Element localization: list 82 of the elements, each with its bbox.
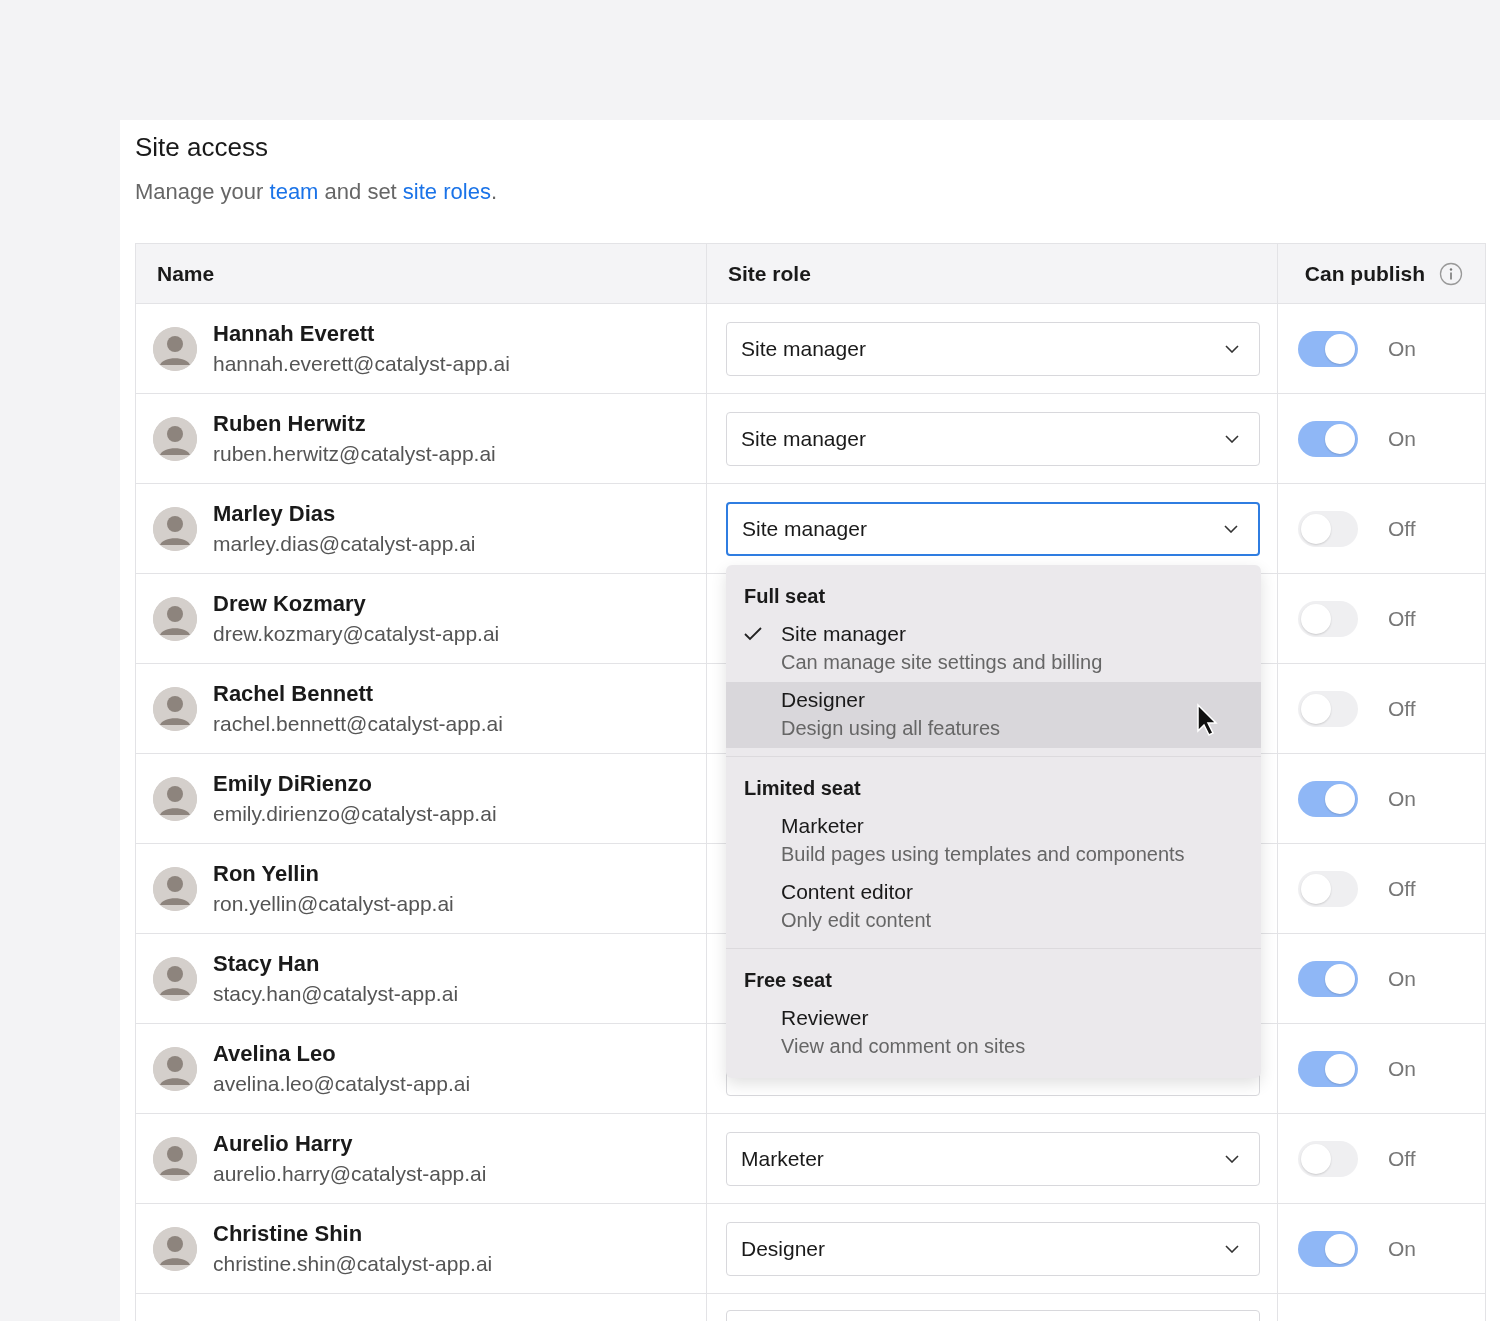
publish-toggle[interactable] (1298, 330, 1358, 367)
member-name: Ruben Herwitz (213, 409, 367, 438)
role-option[interactable]: Site manager Can manage site settings and billing (726, 616, 1261, 682)
member-email: marley.dias@catalyst-app.ai (213, 530, 476, 557)
toggle-status: On (1388, 1056, 1416, 1081)
member-email: ron.yellin@catalyst-app.ai (213, 890, 454, 917)
page-title: Site access (135, 132, 269, 163)
role-option[interactable]: Marketer Build pages using templates and components (726, 808, 1261, 874)
toggle-status: On (1388, 336, 1416, 361)
member-name: Avelina Leo (213, 1039, 337, 1068)
member-name: Marley Dias (213, 499, 337, 528)
avatar-icon (153, 596, 197, 641)
toggle-status: On (1388, 1236, 1416, 1261)
avatar-icon (153, 1046, 197, 1091)
publish-toggle[interactable] (1298, 1140, 1358, 1177)
menu-group-title: Limited seat (743, 776, 862, 801)
publish-toggle[interactable] (1298, 510, 1358, 547)
avatar-icon (153, 956, 197, 1001)
role-dropdown[interactable]: Designer (726, 1221, 1260, 1276)
avatar-icon (153, 1136, 197, 1181)
member-name: Emily DiRienzo (213, 769, 373, 798)
publish-toggle[interactable] (1298, 600, 1358, 637)
publish-toggle[interactable] (1298, 1050, 1358, 1087)
avatar-icon (153, 686, 197, 731)
member-email: avelina.leo@catalyst-app.ai (213, 1070, 471, 1097)
member-name: Aurelio Harry (213, 1129, 354, 1158)
toggle-status: On (1388, 786, 1416, 811)
column-header: Can publish (1304, 261, 1425, 286)
member-email: aurelio.harry@catalyst-app.ai (213, 1160, 487, 1187)
column-header: Site role (727, 261, 812, 286)
toggle-status: Off (1388, 696, 1416, 721)
member-name: Rachel Bennett (213, 679, 375, 708)
menu-group-title: Full seat (743, 584, 827, 609)
chevron-down-icon (1225, 434, 1239, 443)
member-email: stacy.han@catalyst-app.ai (213, 980, 459, 1007)
member-name: Drew Kozmary (213, 589, 367, 618)
toggle-status: On (1388, 966, 1416, 991)
column-header: Name (156, 261, 216, 286)
avatar-icon (153, 1226, 197, 1271)
member-name: Stacy Han (213, 949, 321, 978)
chevron-down-icon (1225, 1244, 1239, 1253)
chevron-down-icon (1225, 344, 1239, 353)
publish-toggle[interactable] (1298, 420, 1358, 457)
mouse-pointer-icon (1196, 703, 1218, 737)
toggle-status: Off (1388, 606, 1416, 631)
publish-toggle[interactable] (1298, 870, 1358, 907)
toggle-status: Off (1388, 516, 1416, 541)
member-email: hannah.everett@catalyst-app.ai (213, 350, 510, 377)
member-email: emily.dirienzo@catalyst-app.ai (213, 800, 497, 827)
chevron-down-icon (1225, 1154, 1239, 1163)
role-dropdown[interactable]: Site manager (726, 411, 1260, 466)
info-icon[interactable] (1439, 261, 1463, 286)
avatar-icon (153, 506, 197, 551)
page-subtitle: Manage your team and set site roles. (135, 179, 498, 205)
member-email: drew.kozmary@catalyst-app.ai (213, 620, 500, 647)
toggle-status: On (1388, 426, 1416, 451)
role-option[interactable]: Designer Design using all features (726, 682, 1261, 748)
menu-group-title: Free seat (743, 968, 833, 993)
member-name: Christine Shin (213, 1219, 364, 1248)
member-name: Hannah Everett (213, 319, 376, 348)
subtitle-link[interactable]: team (269, 179, 319, 204)
member-email: christine.shin@catalyst-app.ai (213, 1250, 493, 1277)
chevron-down-icon (1224, 524, 1238, 533)
role-dropdown[interactable]: Site manager (726, 501, 1260, 556)
toggle-status: Off (1388, 876, 1416, 901)
member-name: Ron Yellin (213, 859, 320, 888)
avatar-icon (153, 326, 197, 371)
publish-toggle[interactable] (1298, 960, 1358, 997)
member-email: ruben.herwitz@catalyst-app.ai (213, 440, 496, 467)
avatar-icon (153, 776, 197, 821)
role-option[interactable]: Reviewer View and comment on sites (726, 1000, 1261, 1066)
role-option[interactable]: Content editor Only edit content (726, 874, 1261, 940)
toggle-status: Off (1388, 1146, 1416, 1171)
member-email: rachel.bennett@catalyst-app.ai (213, 710, 503, 737)
role-dropdown[interactable]: Marketer (726, 1131, 1260, 1186)
publish-toggle[interactable] (1298, 780, 1358, 817)
role-dropdown[interactable]: Site manager (726, 321, 1260, 376)
publish-toggle[interactable] (1298, 690, 1358, 727)
avatar-icon (153, 416, 197, 461)
subtitle-link[interactable]: site roles (402, 179, 491, 204)
avatar-icon (153, 866, 197, 911)
publish-toggle[interactable] (1298, 1230, 1358, 1267)
